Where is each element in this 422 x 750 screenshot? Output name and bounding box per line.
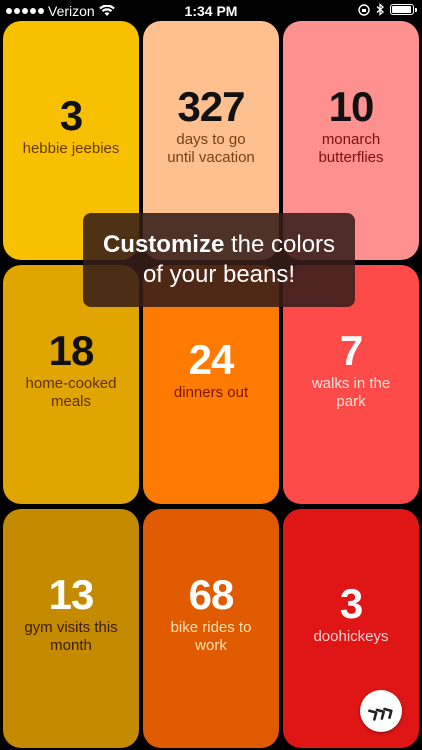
bean-count: 13	[48, 570, 95, 618]
customize-tip-bold: Customize	[102, 231, 225, 258]
bean-label: doohickeys	[313, 627, 389, 645]
double-chevron-icon	[368, 707, 393, 721]
bean-label: walks in the park	[311, 374, 391, 410]
bluetooth-icon	[376, 3, 384, 16]
rotation-lock-icon	[358, 3, 370, 16]
bean-count: 7	[339, 326, 363, 374]
bean-label: days to go until vacation	[167, 130, 255, 166]
bean-label: bike rides to work	[170, 618, 252, 654]
bean-count: 3	[339, 579, 363, 627]
bean-label: home-cooked meals	[25, 374, 117, 410]
bean-count: 10	[328, 82, 375, 130]
bean-count: 3	[59, 91, 83, 139]
bean-tile[interactable]: 68 bike rides to work	[143, 509, 279, 748]
menu-button[interactable]	[360, 690, 402, 732]
customize-tip-overlay[interactable]: Customize the colors of your beans!	[83, 213, 355, 307]
bean-label: dinners out	[173, 383, 249, 401]
bean-count: 68	[188, 570, 235, 618]
bean-count: 327	[177, 82, 245, 130]
bean-grid: 3 hebbie jeebies 327 days to go until va…	[3, 21, 419, 749]
battery-icon	[390, 4, 417, 15]
bean-count: 24	[188, 335, 235, 383]
status-right	[358, 3, 417, 16]
bean-tile[interactable]: 13 gym visits this month	[3, 509, 139, 748]
bean-label: monarch butterflies	[318, 130, 384, 166]
bean-label: gym visits this month	[24, 618, 118, 654]
bean-count: 18	[48, 326, 95, 374]
status-bar: Verizon 1:34 PM	[0, 0, 422, 22]
bean-label: hebbie jeebies	[22, 139, 120, 157]
customize-tip-text: Customize the colors of your beans!	[95, 230, 343, 290]
